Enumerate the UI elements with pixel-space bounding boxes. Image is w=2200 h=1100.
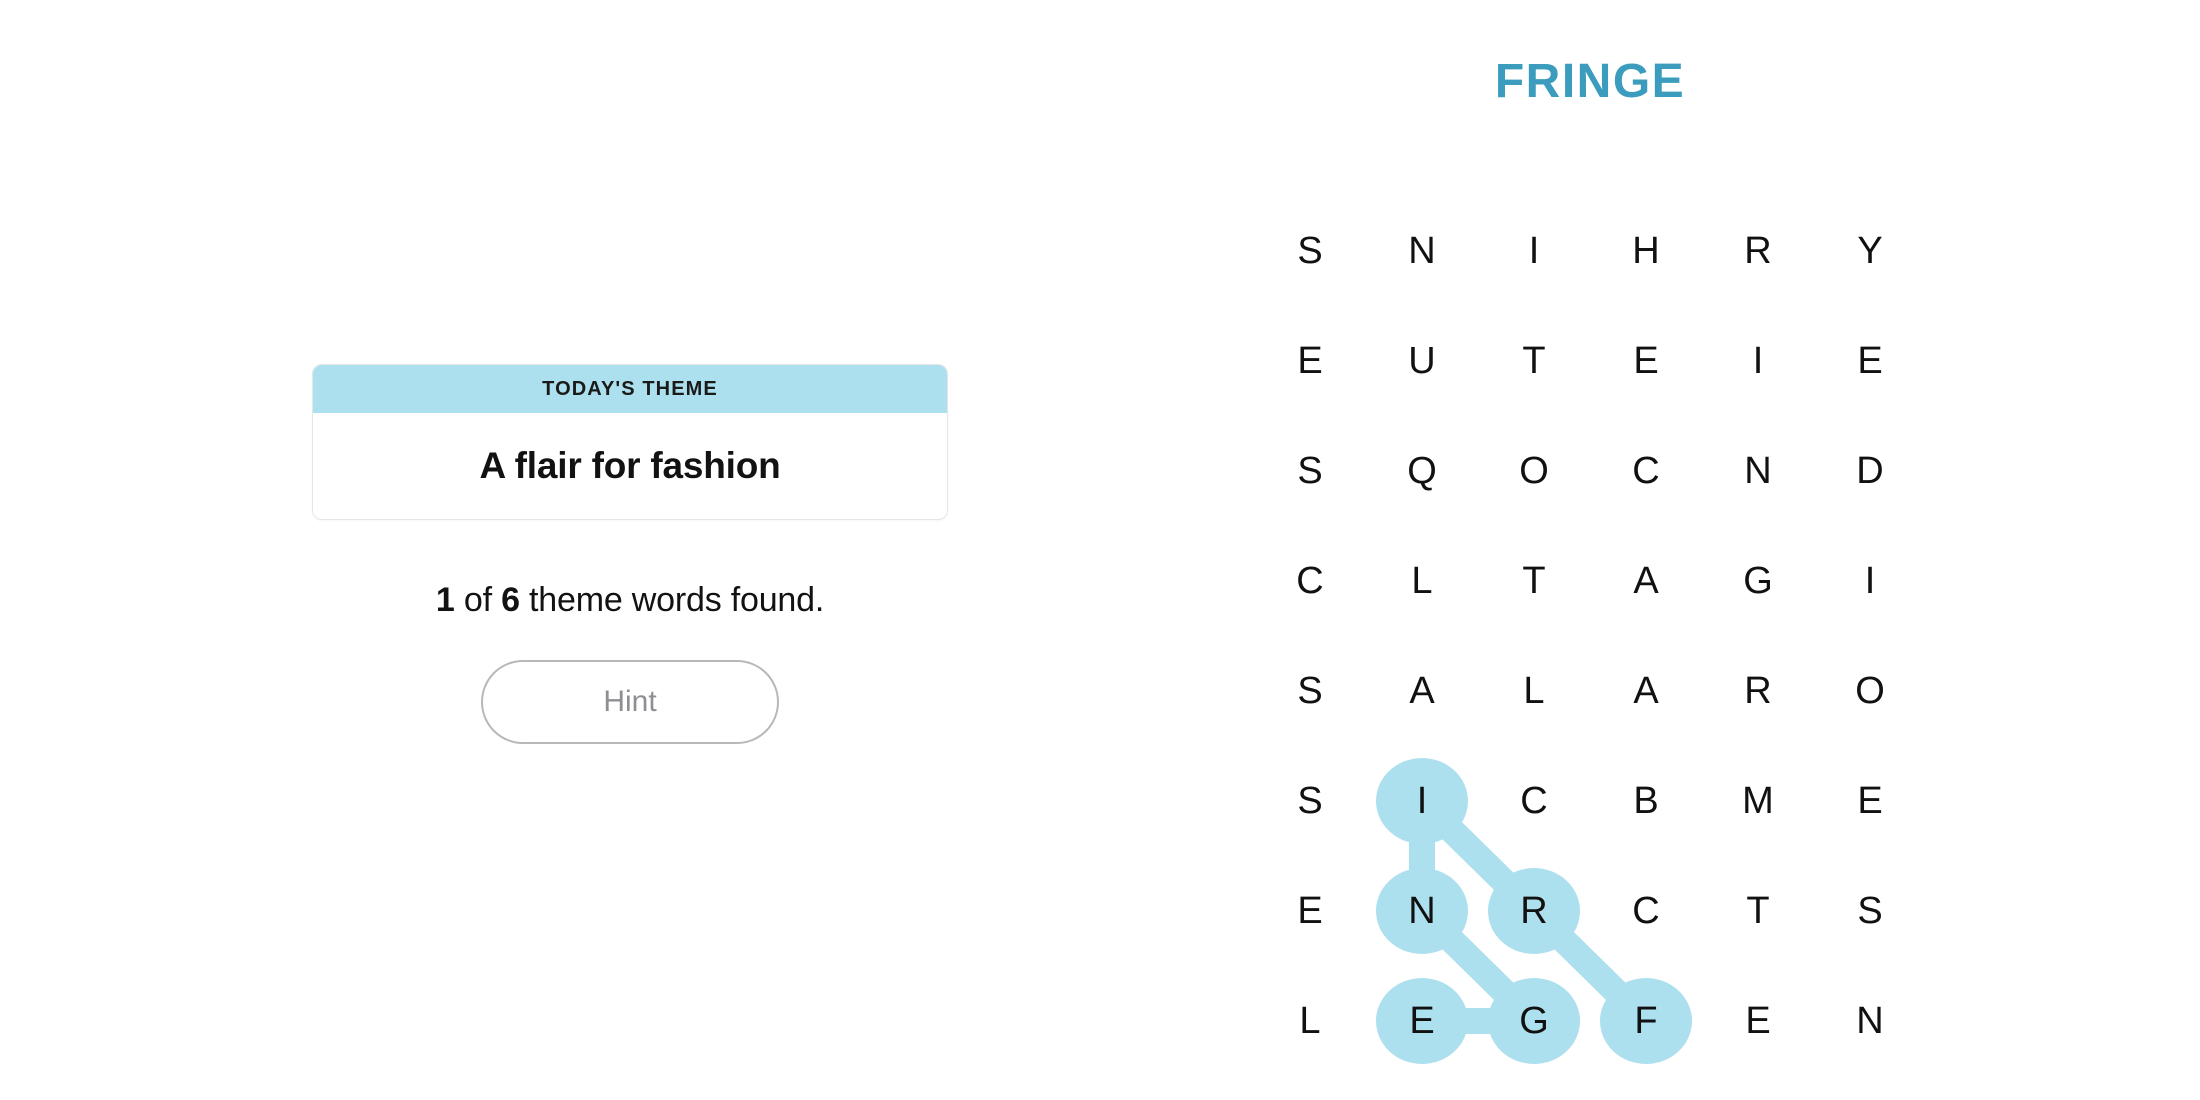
- found-count: 1: [435, 581, 455, 619]
- grid-cell[interactable]: T: [1478, 526, 1590, 636]
- grid-cell[interactable]: E: [1590, 306, 1702, 416]
- grid-cell[interactable]: S: [1254, 416, 1366, 526]
- grid-cell-selected[interactable]: G: [1478, 966, 1590, 1076]
- grid-cell[interactable]: O: [1478, 416, 1590, 526]
- hint-button-container: Hint: [312, 660, 948, 744]
- grid-cell[interactable]: N: [1814, 966, 1926, 1076]
- grid-cell[interactable]: E: [1814, 746, 1926, 856]
- grid-cell[interactable]: Y: [1814, 196, 1926, 306]
- grid-cell[interactable]: L: [1478, 636, 1590, 746]
- total-count: 6: [501, 581, 520, 619]
- grid-cell[interactable]: R: [1702, 196, 1814, 306]
- grid-cell[interactable]: A: [1366, 636, 1478, 746]
- grid-cell[interactable]: G: [1702, 526, 1814, 636]
- grid-cell[interactable]: M: [1702, 746, 1814, 856]
- todays-theme-card: TODAY'S THEME A flair for fashion: [312, 364, 948, 520]
- progress-suffix: theme words found.: [519, 581, 825, 619]
- grid-cell[interactable]: Q: [1366, 416, 1478, 526]
- theme-card-body: A flair for fashion: [313, 413, 947, 519]
- grid-cell-selected[interactable]: N: [1366, 856, 1478, 966]
- grid-cell[interactable]: T: [1702, 856, 1814, 966]
- grid-letters[interactable]: SNIHRYEUTEIESQOCNDCLTAGISALAROSICBMEENRC…: [1254, 196, 1926, 1076]
- grid-cell[interactable]: L: [1366, 526, 1478, 636]
- theme-card-header: TODAY'S THEME: [313, 365, 947, 413]
- grid-cell[interactable]: B: [1590, 746, 1702, 856]
- grid-cell[interactable]: I: [1478, 196, 1590, 306]
- grid-cell[interactable]: U: [1366, 306, 1478, 416]
- grid-cell[interactable]: S: [1254, 746, 1366, 856]
- grid-cell[interactable]: E: [1814, 306, 1926, 416]
- grid-cell[interactable]: N: [1702, 416, 1814, 526]
- grid-cell[interactable]: I: [1702, 306, 1814, 416]
- grid-cell[interactable]: A: [1590, 526, 1702, 636]
- grid-cell-selected[interactable]: E: [1366, 966, 1478, 1076]
- grid-cell[interactable]: I: [1814, 526, 1926, 636]
- grid-cell[interactable]: A: [1590, 636, 1702, 746]
- grid-cell[interactable]: C: [1590, 416, 1702, 526]
- page-title: FRINGE: [1494, 55, 1686, 108]
- grid-cell[interactable]: S: [1254, 636, 1366, 746]
- grid-cell-selected[interactable]: I: [1366, 746, 1478, 856]
- grid-cell[interactable]: S: [1814, 856, 1926, 966]
- theme-text: A flair for fashion: [479, 445, 781, 486]
- grid-cell-selected[interactable]: F: [1590, 966, 1702, 1076]
- grid-cell[interactable]: O: [1814, 636, 1926, 746]
- progress-text: 1 of 6 theme words found.: [312, 581, 948, 620]
- grid-cell[interactable]: E: [1702, 966, 1814, 1076]
- grid-cell[interactable]: S: [1254, 196, 1366, 306]
- grid-cell[interactable]: C: [1478, 746, 1590, 856]
- word-search-grid[interactable]: SNIHRYEUTEIESQOCNDCLTAGISALAROSICBMEENRC…: [1254, 196, 1926, 1076]
- grid-cell[interactable]: T: [1478, 306, 1590, 416]
- progress-of-label: of: [454, 581, 502, 619]
- grid-cell[interactable]: E: [1254, 306, 1366, 416]
- grid-cell[interactable]: H: [1590, 196, 1702, 306]
- grid-cell[interactable]: C: [1590, 856, 1702, 966]
- hint-button[interactable]: Hint: [481, 660, 779, 744]
- info-panel: TODAY'S THEME A flair for fashion 1 of 6…: [312, 364, 948, 744]
- grid-cell[interactable]: R: [1702, 636, 1814, 746]
- grid-cell-selected[interactable]: R: [1478, 856, 1590, 966]
- grid-cell[interactable]: C: [1254, 526, 1366, 636]
- grid-cell[interactable]: D: [1814, 416, 1926, 526]
- grid-cell[interactable]: L: [1254, 966, 1366, 1076]
- grid-cell[interactable]: N: [1366, 196, 1478, 306]
- grid-cell[interactable]: E: [1254, 856, 1366, 966]
